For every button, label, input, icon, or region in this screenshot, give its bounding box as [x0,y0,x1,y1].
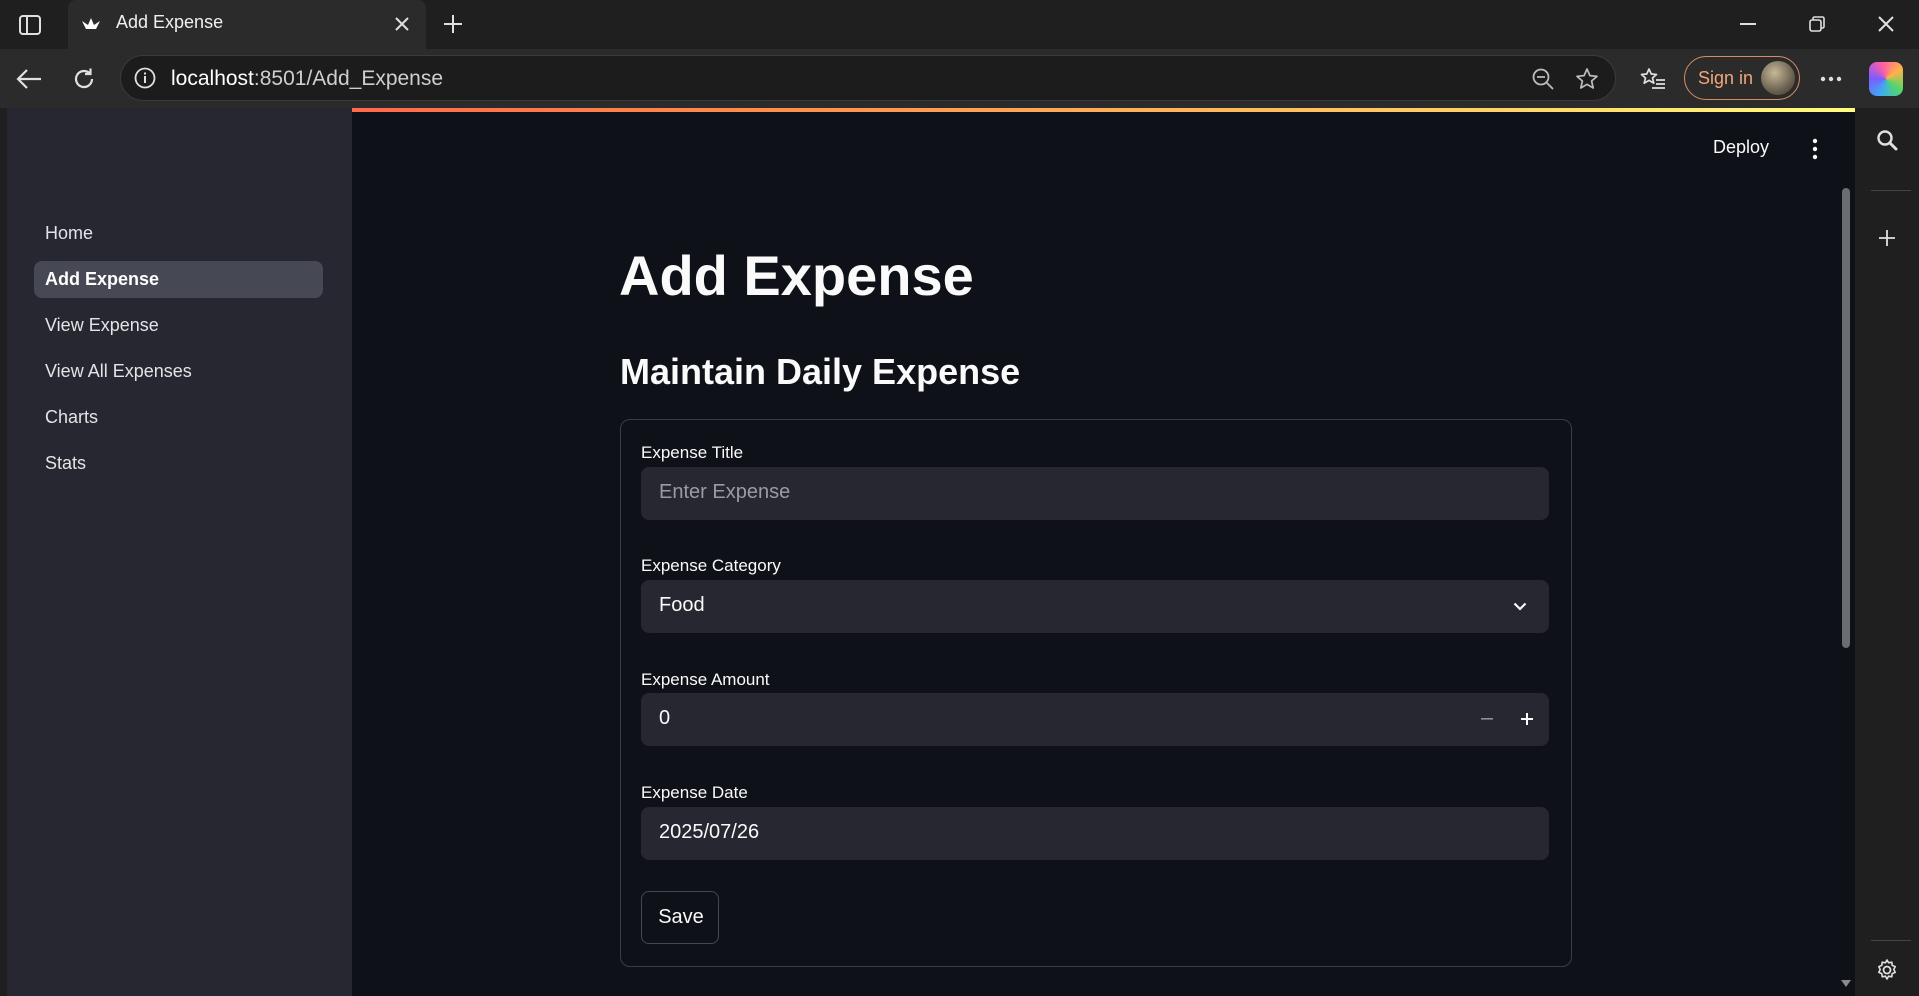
close-icon[interactable] [388,10,416,38]
plus-icon[interactable] [1871,222,1903,254]
reload-icon[interactable] [67,62,101,96]
info-icon[interactable] [133,66,157,90]
sign-in-label: Sign in [1698,68,1754,88]
sidebar-item-label: Charts [45,407,99,427]
sidebar-item-add-expense[interactable]: Add Expense [34,261,323,298]
search-icon[interactable] [1871,124,1903,156]
restore-icon[interactable] [1793,8,1841,40]
expense-category-label: Expense Category [641,556,781,575]
expense-amount-label: Expense Amount [641,670,770,689]
sidebar-item-stats[interactable]: Stats [34,445,323,482]
expense-title-label: Expense Title [641,443,744,462]
chevron-down-icon [1509,595,1531,617]
expense-form: Expense Title Enter Expense Expense Cate… [620,419,1572,967]
tab-bar: Add Expense [0,0,1919,49]
expense-title-placeholder: Enter Expense [659,481,791,503]
sidebar-item-label: View Expense [45,315,159,335]
side-panel-divider [1871,190,1911,191]
expense-title-input[interactable]: Enter Expense [641,467,1549,520]
close-icon[interactable] [1862,8,1910,40]
deploy-button[interactable]: Deploy [1713,137,1769,158]
page-scrollbar[interactable] [1840,188,1850,996]
address-url[interactable]: localhost:8501/Add_Expense [171,67,443,91]
main-menu-icon[interactable] [1803,134,1827,164]
scrollbar-thumb[interactable] [1842,188,1850,648]
gear-icon[interactable] [1871,954,1903,986]
sidebar-item-view-all-expenses[interactable]: View All Expenses [34,353,323,390]
expense-date-input[interactable]: 2025/07/26 [641,807,1549,860]
save-button[interactable]: Save [641,891,719,944]
expense-category-select[interactable]: Food [641,580,1549,633]
address-bar[interactable]: localhost:8501/Add_Expense [120,55,1616,101]
sidebar-item-label: Home [45,223,94,243]
sidebar-item-label: Stats [45,453,87,473]
browser-side-panel [1855,108,1919,996]
favorites-icon[interactable] [1636,62,1670,96]
decrement-button[interactable] [1473,705,1501,733]
sidebar-item-charts[interactable]: Charts [34,399,323,436]
save-button-label: Save [658,906,704,928]
expense-category-value: Food [659,594,705,616]
star-icon[interactable] [1573,65,1601,93]
expense-date-value: 2025/07/26 [659,821,760,843]
page-viewport: Home Add Expense View Expense View All E… [7,108,1855,996]
sidebar-item-label: Add Expense [45,269,160,289]
app-favicon-icon [80,13,102,35]
minimize-icon[interactable] [1724,8,1772,40]
more-icon[interactable] [1814,62,1848,96]
address-path: :8501/Add_Expense [253,67,444,90]
sidebar-item-label: View All Expenses [45,361,192,381]
zoom-out-icon[interactable] [1529,65,1557,93]
back-icon[interactable] [12,62,46,96]
increment-button[interactable] [1513,705,1541,733]
expense-amount-value: 0 [659,707,671,729]
sidebar-item-home[interactable]: Home [34,215,323,252]
sidebar-toggle-icon[interactable] [14,10,46,40]
tab-title: Add Expense [116,12,224,32]
address-host: localhost [171,67,254,90]
plus-icon[interactable] [437,8,469,40]
sidebar-item-view-expense[interactable]: View Expense [34,307,323,344]
page-subtitle: Maintain Daily Expense [620,351,1021,392]
sign-in-button[interactable]: Sign in [1684,56,1800,100]
expense-date-label: Expense Date [641,783,748,802]
avatar [1761,61,1795,95]
side-panel-divider [1871,940,1911,941]
page-title: Add Expense [619,244,974,307]
copilot-icon[interactable] [1869,62,1903,96]
browser-toolbar: localhost:8501/Add_Expense Sign in [0,49,1919,108]
expense-amount-input[interactable]: 0 [641,693,1549,746]
app-sidebar: Home Add Expense View Expense View All E… [7,108,352,996]
scroll-down-icon[interactable] [1841,980,1851,987]
browser-tab[interactable]: Add Expense [68,0,426,49]
